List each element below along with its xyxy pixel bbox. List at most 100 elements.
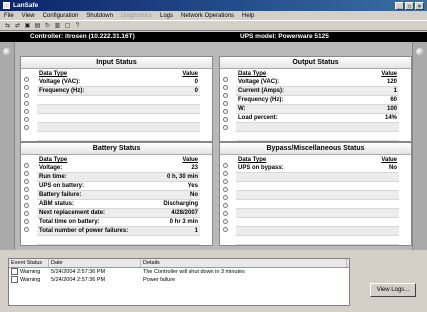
table-row: UPS on battery: Yes <box>37 183 200 191</box>
table-row <box>236 236 399 245</box>
table-row: Run time: 0 h, 30 min <box>37 173 200 182</box>
table-row: Voltage (VAC): 120 <box>236 79 399 87</box>
table-header: Data Type Value <box>238 157 397 163</box>
table-row <box>236 227 399 236</box>
table-row <box>37 236 200 245</box>
left-rail <box>0 42 15 250</box>
status-indicators <box>24 163 29 235</box>
indicator-icon <box>223 171 228 176</box>
indicator-icon <box>24 187 29 192</box>
table-row <box>236 173 399 182</box>
indicator-icon <box>223 85 228 90</box>
indicator-icon <box>24 117 29 122</box>
table-header: Data Type Value <box>39 157 198 163</box>
menu-logs[interactable]: Logs <box>156 13 177 19</box>
status-indicators <box>223 77 228 133</box>
ups-model-label: UPS model: Powerware 5125 <box>240 33 329 40</box>
menu-network-operations[interactable]: Network Operations <box>177 13 238 19</box>
table-row <box>37 105 200 114</box>
table-row <box>236 200 399 209</box>
status-indicators <box>223 163 228 235</box>
table-row: W: 100 <box>236 105 399 114</box>
table-row <box>236 123 399 132</box>
panel-title: Battery Status <box>21 143 212 155</box>
event-row[interactable]: Warning 5/24/2004 2:57:36 PM Power failu… <box>9 276 349 284</box>
input-status-panel: Input Status Data Type Value Voltage (VAC… <box>20 56 213 142</box>
indicator-icon <box>24 163 29 168</box>
computer-icon[interactable]: ▣ <box>23 22 32 30</box>
table-row: Frequency (Hz): 0 <box>37 87 200 96</box>
event-row[interactable]: Warning 5/24/2004 2:57:36 PM The Control… <box>9 268 349 276</box>
rail-knob-icon <box>416 48 424 56</box>
battery-status-table: Data Type Value Voltage: 23 Run time: 0 h, … <box>37 156 200 245</box>
view-logs-button[interactable]: View Logs... <box>370 283 416 297</box>
indicator-icon <box>223 227 228 232</box>
table-row <box>236 218 399 227</box>
save-icon[interactable]: ▢ <box>63 22 72 30</box>
table-row: Frequency (Hz): 60 <box>236 97 399 105</box>
table-row <box>236 182 399 191</box>
table-row: Load percent: 14% <box>236 115 399 123</box>
bypass-status-panel: Bypass/Miscellaneous Status Data Type Val… <box>219 142 412 246</box>
menu-configuration[interactable]: Configuration <box>39 13 83 19</box>
table-row: UPS on bypass: No <box>236 165 399 173</box>
indicator-icon <box>24 101 29 106</box>
table-row: Voltage (VAC): 0 <box>37 79 200 87</box>
maximize-button[interactable]: □ <box>405 1 414 10</box>
indicator-icon <box>24 125 29 130</box>
properties-icon[interactable]: ▤ <box>33 22 42 30</box>
indicator-icon <box>223 219 228 224</box>
battery-status-panel: Battery Status Data Type Value Voltage: 23… <box>20 142 213 246</box>
event-log-list[interactable]: Event Status Date Details Warning 5/24/2… <box>8 258 350 306</box>
table-row <box>37 96 200 105</box>
menu-help[interactable]: Help <box>238 13 258 19</box>
table-row: Next replacement date: 4/28/2007 <box>37 209 200 218</box>
indicator-icon <box>24 211 29 216</box>
toolbar: ⇆ ⇄ ▣ ▤ ↻ ▥ ▢ ? <box>0 20 427 31</box>
bypass-status-table: Data Type Value UPS on bypass: No <box>236 156 399 245</box>
window-title: LanSafe <box>13 2 39 9</box>
menu-diagnostics[interactable]: Diagnostics <box>117 13 156 19</box>
table-header: Data Type Value <box>39 71 198 77</box>
table-row: Current (Amps): 1 <box>236 87 399 96</box>
help-icon[interactable]: ? <box>73 22 82 30</box>
indicator-icon <box>24 171 29 176</box>
right-rail <box>412 42 427 250</box>
menu-shutdown[interactable]: Shutdown <box>82 13 117 19</box>
menu-view[interactable]: View <box>18 13 39 19</box>
connect-icon[interactable]: ⇆ <box>3 22 12 30</box>
menu-file[interactable]: File <box>0 13 18 19</box>
warning-icon <box>11 268 18 276</box>
indicator-icon <box>223 77 228 82</box>
refresh-icon[interactable]: ↻ <box>43 22 52 30</box>
table-row <box>37 114 200 123</box>
app-icon <box>3 2 10 9</box>
panel-title: Input Status <box>21 57 212 69</box>
battery-icon[interactable]: ▥ <box>53 22 62 30</box>
indicator-icon <box>24 93 29 98</box>
title-bar: LanSafe _ □ × <box>0 0 427 11</box>
close-button[interactable]: × <box>415 1 424 10</box>
minimize-button[interactable]: _ <box>395 1 404 10</box>
column-header-details[interactable]: Details <box>141 259 347 267</box>
indicator-icon <box>223 163 228 168</box>
table-row: Total time on battery: 0 hr 3 min <box>37 219 200 227</box>
input-status-table: Data Type Value Voltage (VAC): 0 Frequency… <box>37 70 200 141</box>
table-row: Voltage: 23 <box>37 165 200 173</box>
menu-bar: File View Configuration Shutdown Diagnos… <box>0 11 427 20</box>
indicator-icon <box>223 117 228 122</box>
disconnect-icon[interactable]: ⇄ <box>13 22 22 30</box>
table-header: Data Type Value <box>238 71 397 77</box>
panel-title: Output Status <box>220 57 411 69</box>
indicator-icon <box>223 125 228 130</box>
indicator-icon <box>223 101 228 106</box>
indicator-icon <box>24 77 29 82</box>
table-row <box>236 209 399 218</box>
column-header-event-status[interactable]: Event Status <box>9 259 49 267</box>
indicator-icon <box>223 109 228 114</box>
indicator-icon <box>223 179 228 184</box>
controller-header: Controller: itrosen (10.222.31.16T) UPS … <box>0 32 427 42</box>
column-header-date[interactable]: Date <box>49 259 141 267</box>
rail-knob-icon <box>3 48 11 56</box>
indicator-icon <box>223 195 228 200</box>
